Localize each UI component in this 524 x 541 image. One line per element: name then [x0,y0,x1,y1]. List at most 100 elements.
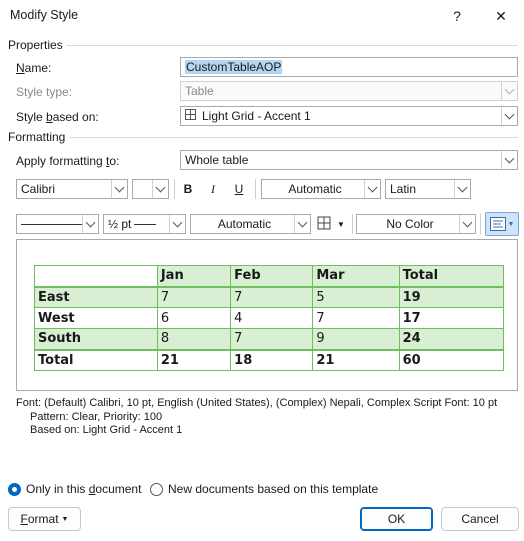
table-cell: 7 [156,286,232,308]
style-type-value: Table [185,84,214,98]
chevron-down-icon [454,180,470,198]
script-select[interactable]: Latin [385,179,471,199]
header-cell: Jan [156,265,232,288]
new-documents-label: New documents based on this template [168,482,379,496]
close-button[interactable]: ✕ [481,0,521,32]
style-type-label: Style type: [16,85,73,99]
total-cell: 60 [398,348,505,371]
borders-button[interactable]: ▼ [315,214,351,234]
font-name-value: Calibri [21,182,56,196]
caret-down-icon: ▼ [507,220,515,228]
chevron-down-icon [111,180,127,198]
new-documents-option[interactable]: New documents based on this template [150,482,378,496]
bold-button[interactable]: B [179,179,197,199]
header-cell: Feb [230,265,314,288]
format-button[interactable]: Format ▼ [8,507,81,531]
radio-selected-icon [8,482,21,496]
total-label-cell: Total [34,348,158,371]
preview-header-row: Jan Feb Mar Total [34,265,505,288]
title-bar: Modify Style ? ✕ [0,0,524,32]
caret-down-icon: ▼ [61,515,69,523]
font-name-select[interactable]: Calibri [16,179,128,199]
toolbar-divider [255,179,256,199]
row-header-cell: South [34,328,158,350]
preview-table: Jan Feb Mar Total East 7 7 5 19 West 6 4… [34,265,505,371]
chevron-down-icon [82,215,98,233]
alignment-button[interactable]: ▼ [485,212,519,236]
table-row: South 8 7 9 24 [34,328,505,350]
row-header-cell: West [34,307,158,329]
shading-value: No Color [386,217,434,231]
shading-select[interactable]: No Color [356,214,476,234]
chevron-down-icon [152,180,168,198]
border-color-select[interactable]: Automatic [190,214,311,234]
only-this-document-option[interactable]: Only in this document [8,482,141,496]
description-line: Font: (Default) Calibri, 10 pt, English … [16,397,498,409]
border-color-value: Automatic [217,217,272,231]
table-cell: 24 [398,328,505,350]
font-size-select[interactable] [132,179,169,199]
caret-down-icon: ▼ [337,219,345,229]
font-color-value: Automatic [288,182,342,196]
toolbar-divider [174,179,175,199]
cancel-button[interactable]: Cancel [441,507,519,531]
style-based-on-label: Style based on: [16,110,99,124]
table-cell: 6 [156,307,232,329]
help-button[interactable]: ? [437,0,477,32]
line-weight-icon [134,223,157,225]
chevron-down-icon [169,215,185,233]
table-cell: 8 [156,328,232,350]
font-color-select[interactable]: Automatic [261,179,381,199]
style-type-select: Table [180,81,518,101]
style-description: Font: (Default) Calibri, 10 pt, English … [16,397,518,438]
chevron-down-icon [501,107,517,125]
radio-icon [150,482,163,496]
properties-divider [66,45,518,46]
style-preview: Jan Feb Mar Total East 7 7 5 19 West 6 4… [16,239,518,391]
chevron-down-icon [294,215,310,233]
border-style-select[interactable] [16,214,99,234]
table-cell: 5 [312,286,400,308]
style-based-on-value: Light Grid - Accent 1 [202,109,311,123]
format-button-label: Format [20,512,59,526]
total-cell: 18 [230,348,314,371]
only-this-document-label: Only in this document [26,482,142,496]
total-row: Total 21 18 21 60 [34,348,505,371]
table-cell: 4 [230,307,314,329]
apply-formatting-value: Whole table [185,153,249,167]
alignment-icon [489,217,506,231]
table-cell: 7 [312,307,400,329]
description-line: Pattern: Clear, Priority: 100 [30,410,163,423]
table-row: East 7 7 5 19 [34,286,505,308]
line-style-icon [21,223,82,225]
apply-formatting-select[interactable]: Whole table [180,150,518,170]
apply-formatting-label: Apply formatting to: [16,154,120,168]
ok-button[interactable]: OK [360,507,433,531]
chevron-down-icon [501,151,517,169]
border-width-value: ½ pt [108,217,132,231]
table-cell: 19 [398,286,505,308]
name-value: CustomTableAOP [185,60,283,74]
chevron-down-icon [501,82,517,100]
header-cell [34,265,158,288]
row-header-cell: East [34,286,158,308]
table-cell: 7 [230,286,314,308]
table-cell: 17 [398,307,505,329]
style-based-on-select[interactable]: Light Grid - Accent 1 [180,106,518,126]
properties-section-label: Properties [8,38,63,52]
chevron-down-icon [459,215,475,233]
window-title: Modify Style [10,8,79,22]
table-cell: 7 [230,328,314,350]
toolbar-divider [352,214,353,234]
formatting-section-label: Formatting [8,130,66,144]
name-field[interactable]: CustomTableAOP [180,57,518,77]
border-width-select[interactable]: ½ pt [103,214,186,234]
toolbar-divider [480,214,481,234]
italic-button[interactable]: I [204,179,222,199]
total-cell: 21 [312,348,400,371]
script-value: Latin [390,182,417,196]
total-cell: 21 [156,348,232,371]
table-grid-icon [185,109,196,123]
name-label: Name: [16,61,52,75]
underline-button[interactable]: U [230,179,248,199]
